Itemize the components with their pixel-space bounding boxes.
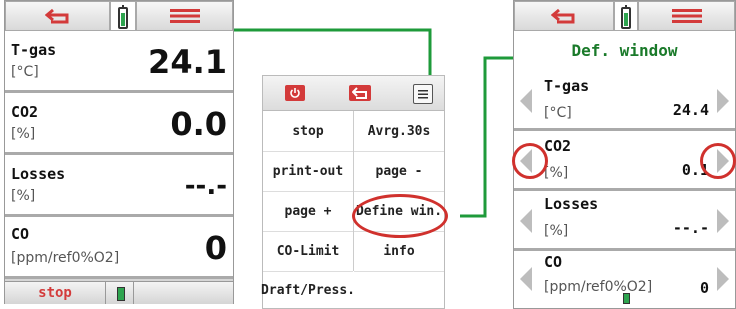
back-arrow-icon	[551, 8, 575, 24]
reading-label: CO2	[11, 103, 39, 121]
reading-unit: [°C]	[11, 64, 39, 80]
reading-unit: [%]	[11, 188, 36, 204]
power-button[interactable]	[285, 85, 305, 101]
highlight-define-window	[352, 194, 448, 238]
menu-header	[263, 76, 444, 111]
menu-item-co-limit[interactable]: CO-Limit	[263, 232, 353, 272]
menu-item-draft-press[interactable]: Draft/Press.	[261, 272, 355, 309]
menu-item-print-out[interactable]: print-out	[263, 152, 353, 192]
battery-small-icon	[117, 287, 125, 301]
reading-value: 24.1	[148, 43, 227, 81]
menu-popup: stop Avrg.30s print-out page - page + De…	[261, 75, 448, 309]
battery-slot	[614, 1, 638, 31]
reading-value: 0	[699, 279, 709, 297]
back-button[interactable]	[514, 1, 614, 31]
arrow-left-icon[interactable]	[520, 89, 532, 113]
menu-back-button[interactable]	[349, 85, 371, 101]
bottom-bar: stop	[5, 281, 233, 304]
menu-item-page-plus[interactable]: page +	[263, 192, 353, 232]
battery-small-icon	[623, 293, 630, 304]
back-arrow-icon	[44, 8, 68, 24]
back-button[interactable]	[5, 1, 110, 31]
battery-icon	[621, 5, 631, 29]
menu-button[interactable]	[136, 1, 233, 31]
reading-label: T-gas	[544, 77, 590, 95]
reading-unit: [ppm/ref0%O2]	[544, 279, 653, 295]
battery-slot	[110, 1, 136, 31]
reading-unit: [%]	[544, 165, 569, 181]
page-title: Def. window	[514, 31, 735, 71]
reading-row-losses: Losses [%] --.-	[5, 155, 233, 217]
reading-value: 0.0	[170, 105, 227, 143]
arrow-right-icon[interactable]	[717, 209, 729, 233]
reading-label: CO2	[544, 137, 572, 155]
reading-label: CO	[544, 253, 563, 271]
menu-icon	[671, 9, 702, 23]
back-arrow-icon	[352, 87, 367, 99]
reading-row-co2: CO2 [%] 0.0	[5, 93, 233, 155]
reading-value: --.-	[672, 219, 709, 237]
reading-label: Losses	[11, 165, 66, 183]
stop-button[interactable]: stop	[5, 282, 106, 304]
power-icon	[290, 88, 300, 98]
reading-label: Losses	[544, 195, 599, 213]
reading-unit: [°C]	[544, 105, 572, 121]
reading-value: 0	[204, 229, 227, 267]
reading-unit: [%]	[544, 223, 569, 239]
menu-icon	[169, 9, 200, 23]
menu-item-avrg30s[interactable]: Avrg.30s	[354, 111, 444, 152]
menu-item-info[interactable]: info	[354, 232, 444, 272]
reading-label: T-gas	[11, 41, 57, 59]
bottom-right-button[interactable]	[133, 282, 234, 304]
menu-button[interactable]	[638, 1, 735, 31]
screen-measurement: T-gas [°C] 24.1 CO2 [%] 0.0 Losses [%] -…	[4, 0, 234, 304]
reading-value: --.-	[184, 171, 227, 201]
arrow-left-icon[interactable]	[520, 267, 532, 291]
arrow-left-icon[interactable]	[520, 209, 532, 233]
reading-unit: [%]	[11, 126, 36, 142]
menu-item-stop[interactable]: stop	[263, 111, 353, 152]
menu-icon	[418, 89, 428, 98]
reading-row-losses: Losses [%] --.-	[514, 191, 735, 251]
reading-row-co: CO [ppm/ref0%O2] 0	[514, 251, 735, 308]
highlight-right-arrow	[700, 143, 736, 179]
reading-row-t-gas: T-gas [°C] 24.1	[5, 31, 233, 93]
highlight-left-arrow	[512, 143, 548, 179]
battery-icon	[118, 5, 128, 29]
menu-list-button[interactable]	[413, 84, 433, 104]
reading-row-co: CO [ppm/ref0%O2] 0	[5, 217, 233, 279]
menu-item-page-minus[interactable]: page -	[354, 152, 444, 192]
arrow-right-icon[interactable]	[717, 89, 729, 113]
reading-value: 24.4	[672, 101, 709, 119]
reading-row-t-gas: T-gas [°C] 24.4	[514, 71, 735, 131]
arrow-right-icon[interactable]	[717, 267, 729, 291]
reading-label: CO	[11, 225, 30, 243]
reading-unit: [ppm/ref0%O2]	[11, 250, 120, 266]
